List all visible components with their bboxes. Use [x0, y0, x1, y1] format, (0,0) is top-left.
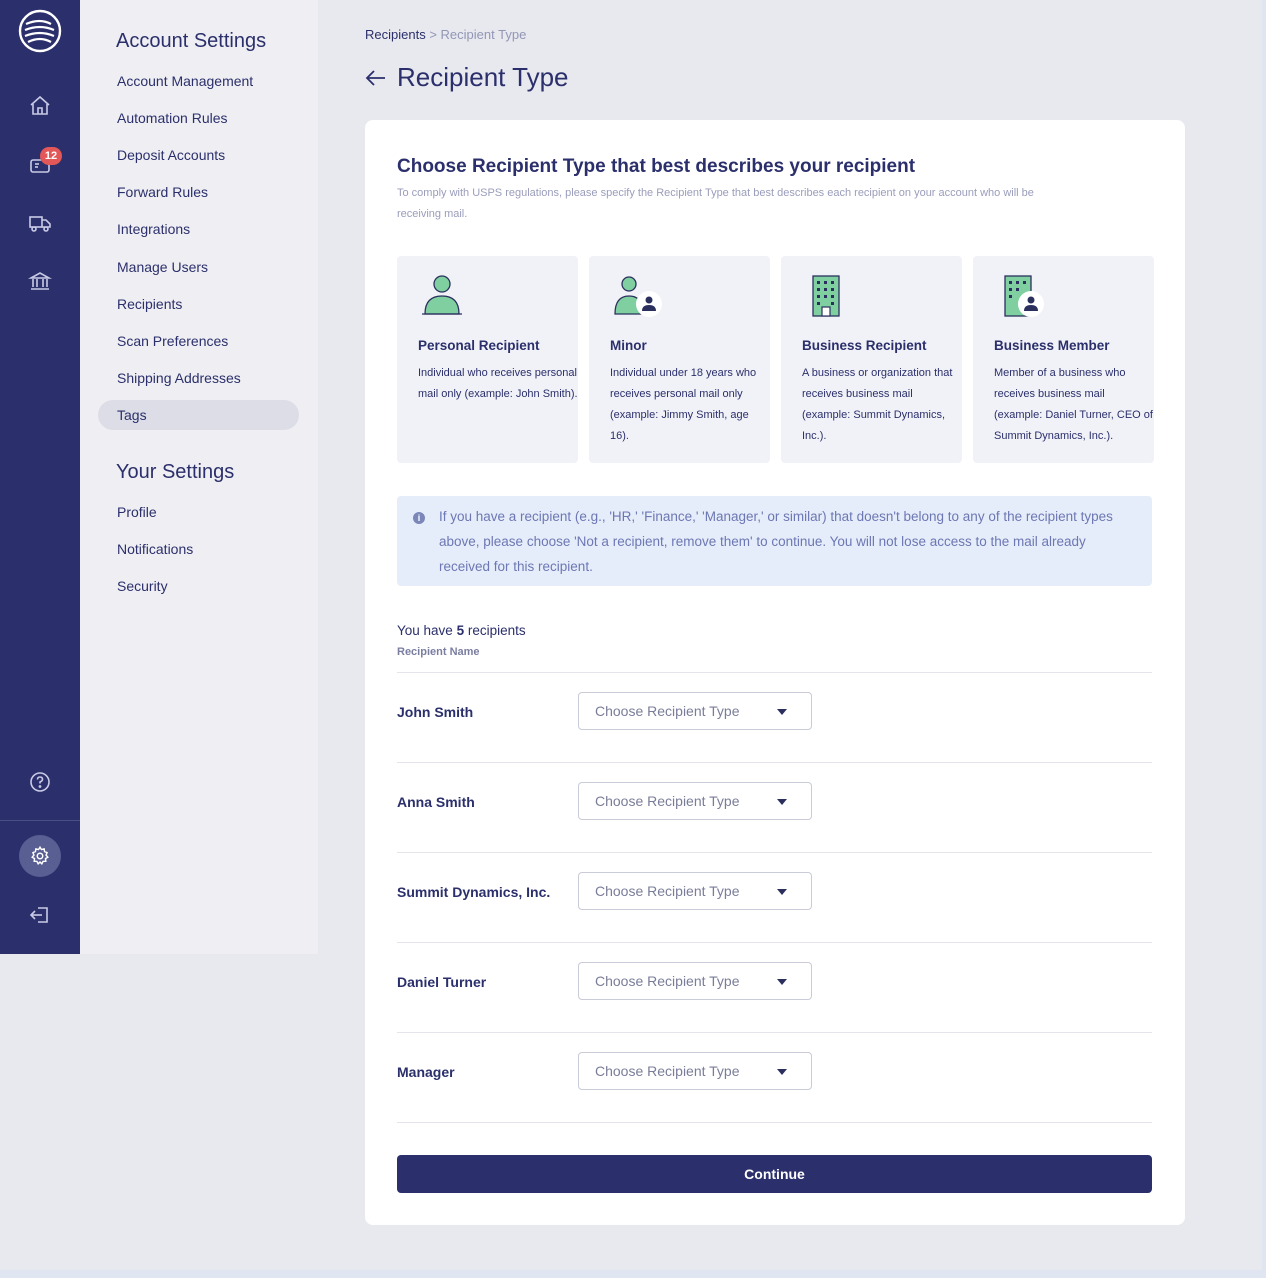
account-settings-heading: Account Settings: [116, 30, 267, 52]
page-header: Recipient Type: [363, 62, 569, 93]
card-heading: Choose Recipient Type that best describe…: [397, 156, 916, 177]
type-card-personal: Personal Recipient Individual who receiv…: [397, 256, 578, 463]
recipient-type-select[interactable]: Choose Recipient Type: [578, 782, 812, 820]
recipient-type-select[interactable]: Choose Recipient Type: [578, 692, 812, 730]
recipient-type-options: Personal Recipient Individual who receiv…: [397, 256, 1154, 463]
select-placeholder: Choose Recipient Type: [595, 1063, 740, 1079]
settings-menu: Account Settings Account Management Auto…: [80, 0, 318, 954]
table-row: Daniel Turner Choose Recipient Type: [397, 942, 1152, 1032]
table-row: Manager Choose Recipient Type: [397, 1032, 1152, 1122]
menu-item-recipients[interactable]: Recipients: [98, 289, 299, 319]
rail-divider: [0, 820, 80, 821]
recipient-type-select[interactable]: Choose Recipient Type: [578, 872, 812, 910]
icon-rail: 12: [0, 0, 80, 954]
list-divider: [397, 1122, 1152, 1123]
menu-item-scan-preferences[interactable]: Scan Preferences: [98, 326, 299, 356]
type-description: Individual under 18 years who receives p…: [610, 367, 757, 442]
count-prefix: You have: [397, 623, 453, 638]
chevron-down-icon: [777, 709, 787, 715]
menu-item-notifications[interactable]: Notifications: [98, 534, 299, 564]
breadcrumb: Recipients > Recipient Type: [365, 27, 526, 42]
type-name: Business Member: [994, 338, 1110, 353]
menu-item-profile[interactable]: Profile: [98, 497, 299, 527]
select-placeholder: Choose Recipient Type: [595, 973, 740, 989]
table-row: John Smith Choose Recipient Type: [397, 672, 1152, 762]
help-icon[interactable]: [24, 766, 56, 798]
building-person-icon: [1004, 275, 1044, 317]
logo-icon[interactable]: [17, 8, 63, 54]
settings-button[interactable]: [19, 835, 61, 877]
recipient-name: Daniel Turner: [397, 974, 487, 990]
app-window: 12 Account Settings Account Management A…: [0, 0, 1262, 1270]
type-description: A business or organization that receives…: [802, 367, 953, 442]
select-placeholder: Choose Recipient Type: [595, 793, 740, 809]
chevron-down-icon: [777, 1069, 787, 1075]
building-icon: [812, 275, 840, 317]
recipient-name: Anna Smith: [397, 794, 475, 810]
recipient-type-card: Choose Recipient Type that best describe…: [365, 120, 1185, 1225]
recipient-name: John Smith: [397, 704, 474, 720]
recipient-type-select[interactable]: Choose Recipient Type: [578, 1052, 812, 1090]
chevron-down-icon: [777, 889, 787, 895]
continue-button[interactable]: Continue: [397, 1155, 1152, 1193]
breadcrumb-recipients-link[interactable]: Recipients: [365, 27, 426, 42]
info-text: If you have a recipient (e.g., 'HR,' 'Fi…: [439, 509, 1113, 574]
type-card-minor: Minor Individual under 18 years who rece…: [589, 256, 770, 463]
your-settings-heading: Your Settings: [116, 461, 235, 483]
menu-item-forward-rules[interactable]: Forward Rules: [98, 177, 299, 207]
type-name: Personal Recipient: [418, 338, 540, 353]
type-description: Individual who receives personal mail on…: [418, 367, 578, 400]
minor-person-icon: [614, 276, 662, 317]
type-name: Business Recipient: [802, 338, 927, 353]
chevron-down-icon: [777, 799, 787, 805]
menu-item-shipping-addresses[interactable]: Shipping Addresses: [98, 363, 299, 393]
menu-item-security[interactable]: Security: [98, 571, 299, 601]
recipient-list: John Smith Choose Recipient Type Anna Sm…: [397, 672, 1152, 1123]
truck-icon[interactable]: [24, 207, 56, 239]
table-row: Anna Smith Choose Recipient Type: [397, 762, 1152, 852]
recipient-name: Manager: [397, 1064, 455, 1080]
home-icon[interactable]: [24, 90, 56, 122]
breadcrumb-separator: >: [429, 27, 437, 42]
recipient-name: Summit Dynamics, Inc.: [397, 884, 551, 900]
breadcrumb-current: Recipient Type: [440, 27, 527, 42]
person-icon: [422, 275, 462, 315]
page-title: Recipient Type: [397, 62, 569, 92]
mail-count-badge: 12: [40, 147, 62, 165]
select-placeholder: Choose Recipient Type: [595, 883, 740, 899]
menu-item-account-management[interactable]: Account Management: [98, 66, 299, 96]
type-description: Member of a business who receives busine…: [994, 367, 1153, 442]
type-name: Minor: [610, 338, 647, 353]
back-arrow-icon[interactable]: [363, 65, 389, 91]
column-header: Recipient Name: [397, 646, 480, 658]
menu-item-integrations[interactable]: Integrations: [98, 214, 299, 244]
bank-icon[interactable]: [24, 265, 56, 297]
recipient-count: You have 5 recipients: [397, 623, 526, 638]
chevron-down-icon: [777, 979, 787, 985]
menu-item-manage-users[interactable]: Manage Users: [98, 252, 299, 282]
type-card-business-member: Business Member Member of a business who…: [973, 256, 1154, 463]
table-row: Summit Dynamics, Inc. Choose Recipient T…: [397, 852, 1152, 942]
info-icon: i: [413, 512, 425, 524]
count-value: 5: [456, 623, 465, 638]
info-banner: i If you have a recipient (e.g., 'HR,' '…: [397, 496, 1152, 586]
card-subheading: To comply with USPS regulations, please …: [397, 187, 1034, 220]
gear-icon: [31, 845, 49, 865]
menu-item-deposit-accounts[interactable]: Deposit Accounts: [98, 140, 299, 170]
recipient-type-select[interactable]: Choose Recipient Type: [578, 962, 812, 1000]
select-placeholder: Choose Recipient Type: [595, 703, 740, 719]
type-card-business: Business Recipient A business or organiz…: [781, 256, 962, 463]
menu-item-automation-rules[interactable]: Automation Rules: [98, 103, 299, 133]
menu-item-tags[interactable]: Tags: [98, 400, 299, 430]
count-suffix: recipients: [467, 623, 526, 638]
logout-icon[interactable]: [24, 899, 56, 931]
